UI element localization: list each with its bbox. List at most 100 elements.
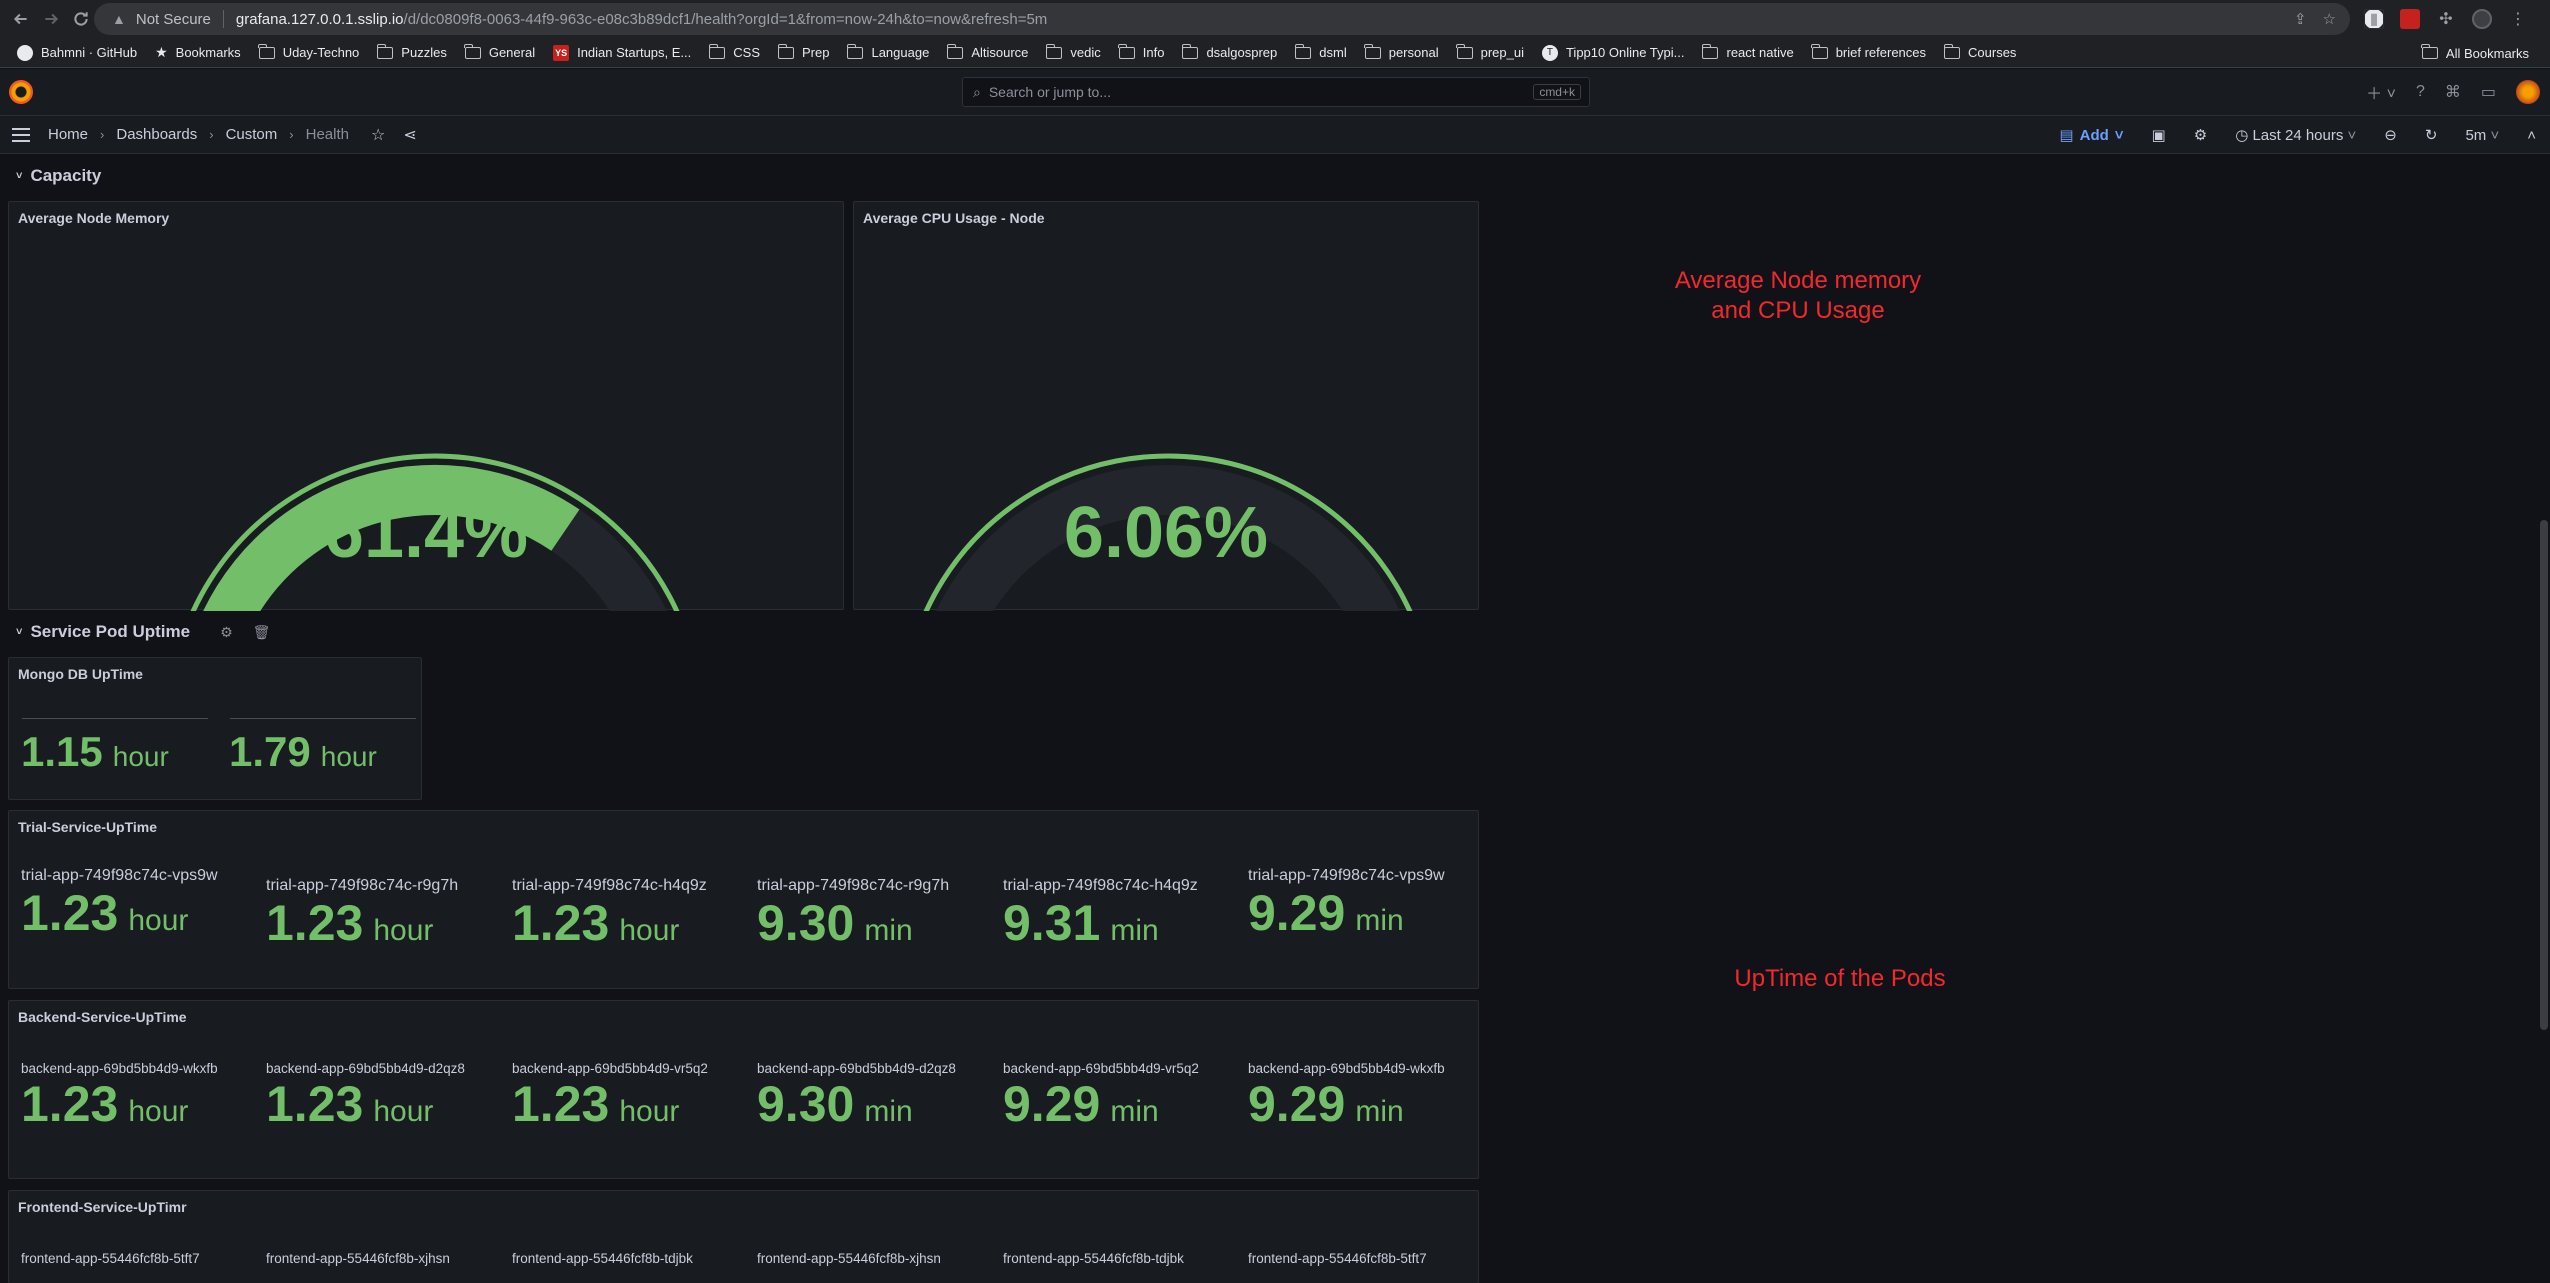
menu-toggle-icon[interactable] xyxy=(12,127,30,142)
stat-value: 9.30 min xyxy=(757,1076,913,1132)
cpu-gauge-panel[interactable]: Average CPU Usage - Node 6.06% xyxy=(853,201,1479,611)
address-bar[interactable]: ▲ Not Secure grafana.127.0.0.1.sslip.io /… xyxy=(94,3,2350,35)
all-bookmarks[interactable]: All Bookmarks xyxy=(2413,38,2538,68)
star-icon[interactable]: ☆ xyxy=(371,125,385,145)
side-panel-icon[interactable]: ▮ xyxy=(2364,9,2384,29)
add-button[interactable]: ▤ Add ˅ xyxy=(2059,126,2124,145)
collapse-chevron-up-icon[interactable]: ˄ xyxy=(2527,127,2536,144)
stat-value: 1.23 hour xyxy=(21,1076,189,1132)
row-capacity[interactable]: ˅ Capacity xyxy=(16,166,101,186)
chevron-down-icon: ˅ xyxy=(2114,126,2124,144)
folder-icon xyxy=(1364,43,1381,59)
backend-uptime-panel[interactable]: Backend-Service-UpTime backend-app-69bd5… xyxy=(8,1000,1479,1179)
bookmark-folder[interactable]: react native xyxy=(1693,40,1802,66)
bookmark-folder[interactable]: Altisource xyxy=(938,40,1037,66)
bookmark-folder[interactable]: vedic xyxy=(1037,40,1109,66)
row-service-pod-uptime[interactable]: ˅ Service Pod Uptime ⚙ 🗑 xyxy=(16,622,270,642)
github-icon xyxy=(17,44,33,61)
row-delete-trash-icon[interactable]: 🗑 xyxy=(253,624,271,641)
forward-icon[interactable] xyxy=(36,4,66,34)
time-picker[interactable]: ◷ Last 24 hours ˅ xyxy=(2235,126,2356,144)
stat-name: frontend-app-55446fcf8b-tdjbk xyxy=(1003,1251,1184,1266)
stat-item: backend-app-69bd5bb4d9-vr5q2 1.23 hour xyxy=(512,1061,712,1140)
share-icon[interactable]: ⋖ xyxy=(403,125,416,145)
bookmark-folder[interactable]: Language xyxy=(838,40,938,66)
bookmark-item[interactable]: Bahmni · GitHub xyxy=(8,40,146,66)
breadcrumb-current: Health xyxy=(305,126,349,143)
grafana-logo-icon[interactable] xyxy=(9,80,33,104)
bookmark-folder[interactable]: Info xyxy=(1110,40,1174,66)
stat-name: backend-app-69bd5bb4d9-wkxfb xyxy=(1248,1061,1445,1076)
trial-uptime-panel[interactable]: Trial-Service-UpTime trial-app-749f98c74… xyxy=(8,810,1479,989)
refresh-interval-picker[interactable]: 5m ˅ xyxy=(2465,127,2499,144)
stat-name: frontend-app-55446fcf8b-5tft7 xyxy=(21,1251,200,1266)
chevron-down-icon: ˅ xyxy=(16,170,23,182)
stat-item: frontend-app-55446fcf8b-tdjbk xyxy=(512,1251,712,1266)
stat-name: trial-app-749f98c74c-h4q9z xyxy=(1003,877,1198,894)
frontend-uptime-panel[interactable]: Frontend-Service-UpTimr frontend-app-554… xyxy=(8,1190,1479,1283)
dock-menu-icon[interactable]: ▭ xyxy=(2481,82,2496,102)
stat-name: frontend-app-55446fcf8b-xjhsn xyxy=(266,1251,450,1266)
refresh-icon[interactable]: ↻ xyxy=(2425,126,2438,144)
bookmark-folder[interactable]: personal xyxy=(1356,40,1448,66)
bookmark-folder[interactable]: Puzzles xyxy=(368,40,456,66)
mongo-uptime-panel[interactable]: Mongo DB UpTime 1.15 hour 1.79 hour xyxy=(8,657,422,800)
news-rss-icon[interactable]: ⌘ xyxy=(2445,82,2461,102)
profile-avatar[interactable] xyxy=(2472,9,2492,29)
settings-gear-icon[interactable]: ⚙ xyxy=(2194,126,2207,144)
new-plus-icon[interactable]: ＋ ˅ xyxy=(2366,80,2396,104)
stat-name: trial-app-749f98c74c-vps9w xyxy=(1248,867,1445,884)
menu-dots-icon[interactable]: ⋮ xyxy=(2508,9,2528,29)
stat-item: trial-app-749f98c74c-r9g7h 1.23 hour xyxy=(266,877,458,959)
bookmark-item[interactable]: YS Indian Startups, E... xyxy=(544,40,700,66)
stat-item: trial-app-749f98c74c-vps9w 9.29 min xyxy=(1248,867,1448,949)
bookmark-item[interactable]: ★ Bookmarks xyxy=(146,40,250,66)
folder-icon xyxy=(464,43,481,59)
warning-icon: ▲ xyxy=(112,11,126,27)
puzzle-icon[interactable]: ✣ xyxy=(2436,9,2456,29)
bookmark-folder[interactable]: Prep xyxy=(769,40,838,66)
bookmark-item[interactable]: T Tipp10 Online Typi... xyxy=(1533,40,1694,66)
reload-icon[interactable] xyxy=(66,4,96,34)
bookmark-folder[interactable]: CSS xyxy=(700,40,769,66)
stat-name: backend-app-69bd5bb4d9-wkxfb xyxy=(21,1061,218,1076)
bookmark-folder[interactable]: General xyxy=(456,40,544,66)
scrollbar[interactable] xyxy=(2540,520,2548,1030)
memory-gauge-panel[interactable]: Average Node Memory 61.4% xyxy=(8,201,844,611)
stat-item: frontend-app-55446fcf8b-xjhsn xyxy=(757,1251,957,1266)
zoom-out-icon[interactable]: ⊖ xyxy=(2384,126,2397,144)
folder-icon xyxy=(1294,43,1312,59)
stat-value: 1.23 hour xyxy=(512,1076,680,1132)
bookmark-folder[interactable]: dsml xyxy=(1286,40,1355,66)
ys-icon: YS xyxy=(553,44,570,61)
stat-item: 1.15 hour xyxy=(21,724,169,785)
stat-value: 1.23 hour xyxy=(21,885,189,941)
user-avatar[interactable] xyxy=(2516,80,2540,104)
back-icon[interactable] xyxy=(6,4,36,34)
bookmark-folder[interactable]: Uday-Techno xyxy=(250,40,369,66)
not-secure-label: Not Secure xyxy=(135,10,211,28)
stat-name: trial-app-749f98c74c-r9g7h xyxy=(266,877,459,894)
bookmark-folder[interactable]: brief references xyxy=(1803,40,1935,66)
folder-icon xyxy=(777,43,794,59)
breadcrumb-custom[interactable]: Custom xyxy=(226,126,278,143)
extension-icon[interactable] xyxy=(2400,9,2420,29)
share-icon[interactable]: ⇪ xyxy=(2294,10,2307,28)
star-icon: ★ xyxy=(155,44,168,60)
gauge-value: 6.06% xyxy=(1063,493,1269,573)
breadcrumb-dashboards[interactable]: Dashboards xyxy=(116,126,197,143)
breadcrumb-home[interactable]: Home xyxy=(48,126,88,143)
row-settings-gear-icon[interactable]: ⚙ xyxy=(220,624,233,641)
bookmark-folder[interactable]: prep_ui xyxy=(1448,40,1533,66)
bookmark-star-icon[interactable]: ☆ xyxy=(2323,10,2336,28)
stat-name: frontend-app-55446fcf8b-5tft7 xyxy=(1248,1251,1427,1266)
bookmark-folder[interactable]: Courses xyxy=(1935,40,2025,66)
help-icon[interactable]: ? xyxy=(2416,83,2425,101)
save-icon[interactable]: ▣ xyxy=(2152,126,2166,144)
breadcrumb: Home › Dashboards › Custom › Health xyxy=(48,126,349,143)
bookmark-folder[interactable]: dsalgosprep xyxy=(1173,40,1286,66)
panel-title: Trial-Service-UpTime xyxy=(18,819,158,835)
folder-icon xyxy=(258,43,275,59)
search-input[interactable]: ⌕ Search or jump to... cmd+k xyxy=(962,77,1590,107)
annotation-capacity: Average Node memory and CPU Usage xyxy=(1674,267,1922,324)
